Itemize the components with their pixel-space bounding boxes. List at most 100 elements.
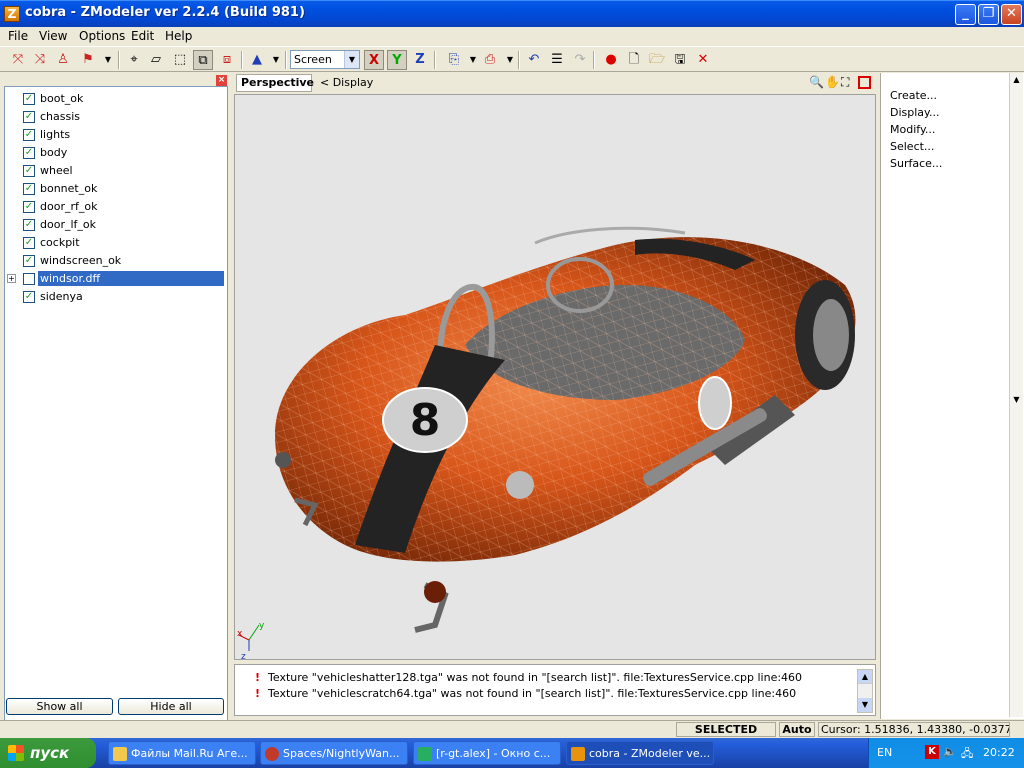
select-mode-icon[interactable]: ⚑ [78, 50, 98, 70]
tree-node-body[interactable]: ✓ body [5, 144, 227, 161]
checkbox-icon[interactable]: ✓ [23, 129, 35, 141]
open-folder-icon[interactable]: 🗁 [647, 50, 667, 70]
display-breadcrumb[interactable]: < Display [320, 76, 373, 89]
speaker-icon[interactable]: 🔈 [943, 745, 957, 758]
dropdown-arrow-icon[interactable]: ▼ [266, 50, 286, 70]
object-mode-icon[interactable]: ⧉ [193, 50, 213, 70]
select-object-icon[interactable]: ♙ [53, 50, 73, 70]
checkbox-icon[interactable]: ✓ [23, 147, 35, 159]
surface-mode-icon[interactable]: ⧈ [217, 50, 237, 70]
undo-icon[interactable]: ↶ [524, 50, 544, 70]
language-indicator[interactable]: EN [877, 746, 892, 759]
tree-node-boot-ok[interactable]: ✓ boot_ok [5, 90, 227, 107]
command-select[interactable]: Select... [890, 140, 934, 153]
maximize-viewport-icon[interactable] [858, 76, 871, 89]
scroll-down-icon[interactable]: ▼ [858, 698, 872, 712]
tree-node-label: chassis [40, 110, 81, 123]
face-mode-icon[interactable]: ▱ [146, 50, 166, 70]
show-all-button[interactable]: Show all [6, 698, 113, 715]
redo-icon[interactable]: ↷ [570, 50, 590, 70]
tree-node-door-lf-ok[interactable]: ✓ door_lf_ok [5, 216, 227, 233]
zoom-extents-icon[interactable]: ⛶ [841, 75, 849, 90]
start-button[interactable]: пуск [0, 738, 96, 768]
command-scrollbar[interactable]: ▲ ▼ [1009, 73, 1023, 717]
cursor-coordinates: Cursor: 1.51836, 1.43380, -0.03771 [818, 722, 1010, 737]
tree-node-label: boot_ok [40, 92, 84, 105]
record-icon[interactable]: ● [601, 50, 621, 70]
tab-perspective[interactable]: Perspective [236, 74, 314, 92]
axis-y-toggle[interactable]: Y [387, 50, 407, 70]
import-icon[interactable]: ⎘ [444, 50, 464, 70]
maximize-button[interactable]: ❐ [978, 4, 999, 25]
perspective-viewport[interactable]: 8 y x z [234, 94, 876, 660]
log-scrollbar[interactable]: ▲ ▼ [857, 669, 873, 713]
save-icon[interactable]: 🖫 [670, 50, 690, 70]
export-icon[interactable]: ⎙ [480, 50, 500, 70]
checkbox-icon[interactable]: ✓ [23, 219, 35, 231]
tree-node-windsor-dff[interactable]: + windsor.dff [5, 270, 227, 287]
command-display[interactable]: Display... [890, 106, 939, 119]
coordinate-space-select[interactable]: Screen ▼ [290, 50, 360, 69]
axis-y-label: y [259, 621, 265, 631]
tree-node-bonnet-ok[interactable]: ✓ bonnet_ok [5, 180, 227, 197]
new-file-icon[interactable]: 🗋 [624, 50, 644, 70]
zoom-icon[interactable]: 🔍 [809, 75, 824, 89]
command-modify[interactable]: Modify... [890, 123, 935, 136]
task-zmodeler[interactable]: cobra - ZModeler ve... [566, 741, 714, 765]
antivirus-icon[interactable]: K [925, 745, 939, 759]
tree-node-windscreen-ok[interactable]: ✓ windscreen_ok [5, 252, 227, 269]
vertex-mode-icon[interactable]: ⌖ [124, 50, 144, 70]
checkbox-icon[interactable]: ✓ [23, 255, 35, 267]
minimize-button[interactable]: _ [955, 4, 976, 25]
tree-node-wheel[interactable]: ✓ wheel [5, 162, 227, 179]
dropdown-arrow-icon[interactable]: ▼ [98, 50, 118, 70]
dropdown-arrow-icon[interactable]: ▼ [500, 50, 520, 70]
zmodeler-app-icon[interactable]: Z [4, 6, 20, 22]
checkbox-icon[interactable]: ✓ [23, 165, 35, 177]
clock[interactable]: 20:22 [983, 746, 1015, 759]
expand-plus-icon[interactable]: + [7, 274, 16, 283]
scroll-up-icon[interactable]: ▲ [858, 670, 872, 684]
box-mode-icon[interactable]: ⬚ [170, 50, 190, 70]
checkbox-icon[interactable]: ✓ [23, 237, 35, 249]
auto-indicator[interactable]: Auto [779, 722, 815, 737]
axis-z-toggle[interactable]: Z [410, 50, 430, 70]
tree-node-sidenya[interactable]: ✓ sidenya [5, 288, 227, 305]
select-edge-icon[interactable]: ⤨ [30, 50, 50, 70]
menu-view[interactable]: View [39, 29, 67, 43]
checkbox-icon[interactable]: ✓ [23, 183, 35, 195]
task-mail-ru-files[interactable]: Файлы Mail.Ru Аге... [108, 741, 256, 765]
checkbox-icon[interactable]: ✓ [23, 291, 35, 303]
command-surface[interactable]: Surface... [890, 157, 942, 170]
pivot-icon[interactable]: ▲ [247, 50, 267, 70]
close-file-icon[interactable]: ✕ [693, 50, 713, 70]
tree-node-chassis[interactable]: ✓ chassis [5, 108, 227, 125]
car-model-render: 8 y x z [237, 226, 856, 659]
checkbox-icon[interactable]: ✓ [23, 111, 35, 123]
close-button[interactable]: ✕ [1001, 4, 1022, 25]
menu-options[interactable]: Options [79, 29, 125, 43]
selected-mode-indicator[interactable]: SELECTED MODE [676, 722, 776, 749]
pan-hand-icon[interactable]: ✋ [825, 75, 840, 89]
menu-edit[interactable]: Edit [131, 29, 154, 43]
history-icon[interactable]: ☰ [547, 50, 567, 70]
task-label: [r-gt.alex] - Окно с... [436, 747, 551, 760]
close-panel-icon[interactable]: × [216, 75, 227, 86]
hide-all-button[interactable]: Hide all [118, 698, 224, 715]
command-create[interactable]: Create... [890, 89, 937, 102]
tree-node-cockpit[interactable]: ✓ cockpit [5, 234, 227, 251]
checkbox-icon[interactable]: ✓ [23, 93, 35, 105]
network-icon[interactable]: 🖧 [961, 745, 973, 764]
scroll-down-icon[interactable]: ▼ [1010, 395, 1023, 409]
tree-node-lights[interactable]: ✓ lights [5, 126, 227, 143]
task-opera-spaces[interactable]: Spaces/NightlyWan... [260, 741, 408, 765]
scroll-up-icon[interactable]: ▲ [1010, 73, 1023, 87]
menu-file[interactable]: File [8, 29, 28, 43]
task-chat-window[interactable]: [r-gt.alex] - Окно с... [413, 741, 561, 765]
axis-x-toggle[interactable]: X [364, 50, 384, 70]
checkbox-icon[interactable] [23, 273, 35, 285]
menu-help[interactable]: Help [165, 29, 192, 43]
checkbox-icon[interactable]: ✓ [23, 201, 35, 213]
select-vertex-icon[interactable]: ⤧ [8, 50, 28, 70]
tree-node-door-rf-ok[interactable]: ✓ door_rf_ok [5, 198, 227, 215]
